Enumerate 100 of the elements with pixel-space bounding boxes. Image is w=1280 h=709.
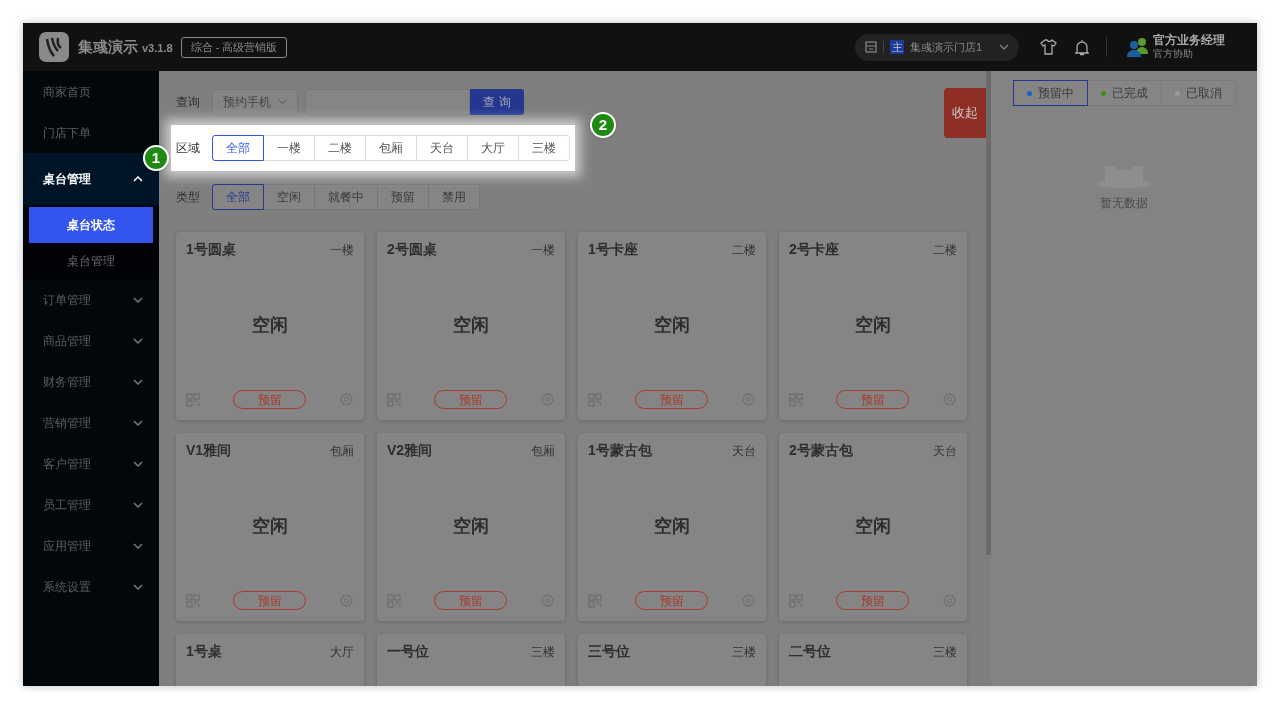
filter-option[interactable]: 包厢 bbox=[365, 135, 417, 161]
store-badge: 主 bbox=[890, 40, 904, 54]
table-name: 2号卡座 bbox=[789, 240, 839, 259]
chevron-down-icon bbox=[278, 99, 287, 105]
logo-icon bbox=[39, 32, 69, 62]
scrollbar[interactable] bbox=[986, 71, 991, 555]
table-area: 天台 bbox=[732, 441, 756, 460]
filter-option[interactable]: 空闲 bbox=[263, 184, 315, 210]
store-name: 集彧演示门店1 bbox=[910, 39, 983, 55]
table-status: 空闲 bbox=[453, 514, 489, 538]
table-card[interactable]: 2号卡座 二楼 空闲 预留 bbox=[779, 232, 967, 420]
sidebar-item[interactable]: 应用管理 bbox=[23, 525, 159, 566]
query-label: 查询 bbox=[176, 94, 201, 111]
table-card[interactable]: 1号蒙古包 天台 空闲 预留 bbox=[578, 433, 766, 621]
table-name: 1号桌 bbox=[186, 642, 222, 661]
chevron-down-icon bbox=[133, 460, 143, 467]
user-role: 官方协助 bbox=[1153, 48, 1194, 61]
table-area: 一楼 bbox=[330, 240, 354, 259]
table-name: 三号位 bbox=[588, 642, 630, 661]
chevron-down-icon bbox=[133, 378, 143, 385]
filter-option[interactable]: 预留 bbox=[377, 184, 429, 210]
table-area: 包厢 bbox=[531, 441, 555, 460]
sidebar-subitem[interactable]: 桌台管理 bbox=[23, 243, 159, 279]
reservation-tab[interactable]: 已完成 bbox=[1086, 80, 1162, 106]
brand-name: 集彧演示 bbox=[78, 36, 138, 57]
reservation-tab[interactable]: 已取消 bbox=[1160, 80, 1236, 106]
filter-option[interactable]: 天台 bbox=[416, 135, 468, 161]
sidebar-item[interactable]: 商家首页 bbox=[23, 71, 159, 112]
query-button[interactable]: 查 询 bbox=[470, 89, 524, 115]
filter-option[interactable]: 就餐中 bbox=[314, 184, 378, 210]
sidebar-item[interactable]: 财务管理 bbox=[23, 361, 159, 402]
table-area: 二楼 bbox=[933, 240, 957, 259]
filter-option[interactable]: 二楼 bbox=[314, 135, 366, 161]
table-area: 二楼 bbox=[732, 240, 756, 259]
table-name: V2雅间 bbox=[387, 441, 433, 460]
search-field[interactable] bbox=[305, 89, 470, 115]
sidebar-item[interactable]: 客户管理 bbox=[23, 443, 159, 484]
table-card[interactable]: V2雅间 包厢 空闲 预留 bbox=[377, 433, 565, 621]
store-icon bbox=[865, 41, 877, 53]
table-card[interactable]: 2号圆桌 一楼 空闲 预留 bbox=[377, 232, 565, 420]
table-name: 1号蒙古包 bbox=[588, 441, 652, 460]
table-area: 包厢 bbox=[330, 441, 354, 460]
table-status: 空闲 bbox=[855, 514, 891, 538]
table-area: 三楼 bbox=[933, 642, 957, 661]
table-status: 空闲 bbox=[654, 514, 690, 538]
user-name: 官方业务经理 bbox=[1153, 33, 1225, 48]
bell-icon[interactable] bbox=[1075, 38, 1089, 56]
sidebar-item[interactable]: 营销管理 bbox=[23, 402, 159, 443]
sidebar-subitem[interactable]: 桌台状态 bbox=[29, 207, 153, 243]
filter-option[interactable]: 一楼 bbox=[263, 135, 315, 161]
chevron-down-icon bbox=[133, 419, 143, 426]
filter-label: 区域 bbox=[176, 140, 201, 157]
chevron-down-icon bbox=[133, 501, 143, 508]
table-area: 大厅 bbox=[330, 642, 354, 661]
query-type-select[interactable]: 预约手机 bbox=[212, 89, 298, 115]
table-status: 空闲 bbox=[453, 313, 489, 337]
table-status: 空闲 bbox=[252, 313, 288, 337]
table-card[interactable]: 1号卡座 二楼 空闲 预留 bbox=[578, 232, 766, 420]
table-card[interactable]: 二号位 三楼 bbox=[779, 634, 967, 686]
chevron-down-icon bbox=[999, 44, 1009, 50]
sidebar-item[interactable]: 订单管理 bbox=[23, 279, 159, 320]
table-name: 1号卡座 bbox=[588, 240, 638, 259]
table-name: 1号圆桌 bbox=[186, 240, 236, 259]
filter-option[interactable]: 三楼 bbox=[518, 135, 570, 161]
users-icon bbox=[1127, 37, 1149, 57]
table-status: 空闲 bbox=[654, 313, 690, 337]
table-card[interactable]: 一号位 三楼 bbox=[377, 634, 565, 686]
sidebar-item[interactable]: 系统设置 bbox=[23, 566, 159, 607]
edition-tag: 综合 - 高级营销版 bbox=[180, 36, 288, 58]
table-area: 一楼 bbox=[531, 240, 555, 259]
store-selector[interactable]: 主 集彧演示门店1 bbox=[855, 33, 1019, 61]
table-card[interactable]: 1号圆桌 一楼 空闲 预留 bbox=[176, 232, 364, 420]
sidebar-item[interactable]: 商品管理 bbox=[23, 320, 159, 361]
table-card[interactable]: V1雅间 包厢 空闲 预留 bbox=[176, 433, 364, 621]
filter-option[interactable]: 全部 bbox=[212, 184, 264, 210]
shirt-icon[interactable] bbox=[1040, 39, 1057, 55]
filter-option[interactable]: 大厅 bbox=[467, 135, 519, 161]
table-status: 空闲 bbox=[855, 313, 891, 337]
chevron-up-icon bbox=[133, 176, 143, 182]
chevron-down-icon bbox=[133, 542, 143, 549]
table-area: 三楼 bbox=[531, 642, 555, 661]
table-card[interactable]: 三号位 三楼 bbox=[578, 634, 766, 686]
table-name: V1雅间 bbox=[186, 441, 232, 460]
chevron-down-icon bbox=[133, 337, 143, 344]
table-name: 一号位 bbox=[387, 642, 429, 661]
filter-option[interactable]: 禁用 bbox=[428, 184, 480, 210]
table-name: 2号蒙古包 bbox=[789, 441, 853, 460]
table-area: 三楼 bbox=[732, 642, 756, 661]
table-card[interactable]: 1号桌 大厅 bbox=[176, 634, 364, 686]
collapse-button[interactable]: 收起 bbox=[944, 88, 986, 138]
table-area: 天台 bbox=[933, 441, 957, 460]
filter-option[interactable]: 全部 bbox=[212, 135, 264, 161]
guide-badge: 2 bbox=[590, 112, 616, 138]
table-status: 空闲 bbox=[252, 514, 288, 538]
table-name: 二号位 bbox=[789, 642, 831, 661]
version-label: v3.1.8 bbox=[142, 41, 173, 57]
sidebar-item[interactable]: 员工管理 bbox=[23, 484, 159, 525]
table-card[interactable]: 2号蒙古包 天台 空闲 预留 bbox=[779, 433, 967, 621]
reservation-tab[interactable]: 预留中 bbox=[1012, 80, 1088, 106]
chevron-down-icon bbox=[133, 583, 143, 590]
